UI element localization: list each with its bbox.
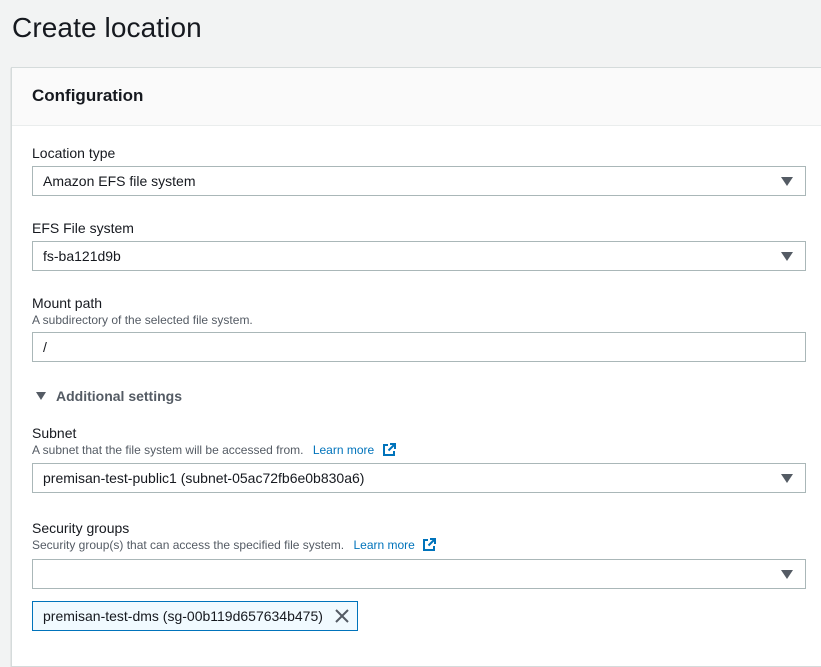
external-link-icon — [382, 443, 396, 456]
location-type-select[interactable]: Amazon EFS file system — [32, 166, 806, 196]
efs-file-system-field: EFS File system fs-ba121d9b — [32, 219, 806, 271]
mount-path-field: Mount path A subdirectory of the selecte… — [32, 294, 806, 362]
caret-down-icon — [781, 177, 793, 186]
mount-path-label: Mount path — [32, 295, 103, 311]
panel-title: Configuration — [32, 86, 144, 105]
subnet-field: Subnet A subnet that the file system wil… — [32, 424, 806, 493]
subnet-description: A subnet that the file system will be ac… — [32, 443, 806, 458]
additional-settings-label: Additional settings — [56, 388, 182, 404]
location-type-label: Location type — [32, 145, 116, 161]
security-group-token: premisan-test-dms (sg-00b119d657634b475) — [32, 601, 358, 631]
efs-file-system-select[interactable]: fs-ba121d9b — [32, 241, 806, 271]
caret-down-icon — [781, 570, 793, 579]
security-groups-description: Security group(s) that can access the sp… — [32, 538, 806, 553]
efs-file-system-label: EFS File system — [32, 220, 134, 236]
subnet-label: Subnet — [32, 425, 77, 441]
external-link-icon — [423, 538, 437, 551]
security-groups-learn-more-link[interactable]: Learn more — [353, 538, 437, 552]
mount-path-value: / — [43, 339, 47, 355]
mount-path-description: A subdirectory of the selected file syst… — [32, 313, 253, 327]
subnet-value: premisan-test-public1 (subnet-05ac72fb6e… — [43, 470, 365, 486]
subnet-select[interactable]: premisan-test-public1 (subnet-05ac72fb6e… — [32, 463, 806, 493]
security-group-token-label: premisan-test-dms (sg-00b119d657634b475) — [43, 608, 323, 624]
close-icon[interactable] — [335, 609, 349, 623]
location-type-field: Location type Amazon EFS file system — [32, 144, 806, 196]
subnet-description-text: A subnet that the file system will be ac… — [32, 443, 304, 457]
efs-file-system-value: fs-ba121d9b — [43, 248, 121, 264]
caret-down-icon — [781, 474, 793, 483]
page-title: Create location — [12, 12, 202, 43]
security-groups-field: Security groups Security group(s) that c… — [32, 519, 806, 589]
mount-path-input[interactable]: / — [32, 332, 806, 362]
security-groups-select[interactable] — [32, 559, 806, 589]
security-groups-learn-more-text: Learn more — [353, 538, 415, 552]
subnet-learn-more-link[interactable]: Learn more — [313, 443, 396, 457]
configuration-panel: Configuration Location type Amazon EFS f… — [11, 67, 821, 667]
caret-down-icon — [781, 252, 793, 261]
location-type-value: Amazon EFS file system — [43, 173, 196, 189]
panel-header: Configuration — [12, 68, 821, 126]
security-groups-description-text: Security group(s) that can access the sp… — [32, 538, 345, 552]
security-groups-label: Security groups — [32, 520, 130, 536]
triangle-down-icon — [36, 392, 46, 400]
subnet-learn-more-text: Learn more — [312, 443, 375, 457]
additional-settings-toggle[interactable]: Additional settings — [36, 388, 182, 404]
